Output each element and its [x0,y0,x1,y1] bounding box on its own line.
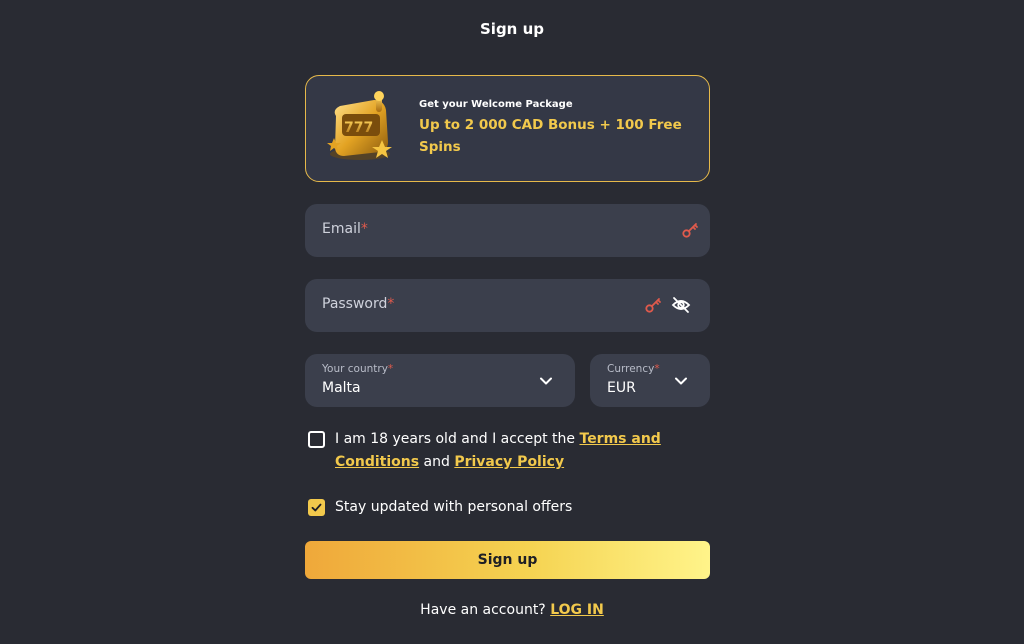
eye-off-icon[interactable] [671,295,691,315]
currency-select[interactable]: Currency* EUR [590,354,710,407]
key-icon[interactable] [644,296,662,314]
promo-kicker: Get your Welcome Package [419,99,573,110]
currency-label: Currency* [607,363,660,375]
required-mark: * [360,221,368,237]
email-label: Email* [322,221,368,237]
required-mark: * [387,363,394,375]
country-value: Malta [322,380,361,396]
chevron-down-icon [675,377,687,385]
required-mark: * [387,296,395,312]
currency-value: EUR [607,380,636,396]
promo-text: Get your Welcome Package Up to 2 000 CAD… [419,99,699,158]
slot-machine-777-icon: 777 [327,91,392,160]
checkmark-icon [311,503,322,512]
country-select[interactable]: Your country* Malta [305,354,575,407]
page-title: Sign up [480,20,544,38]
required-mark: * [654,363,660,375]
age-consent-text: I am 18 years old and I accept the Terms… [335,431,661,470]
promo-headline: Up to 2 000 CAD Bonus + 100 Free Spins [419,114,699,158]
key-icon[interactable] [681,221,699,239]
offers-consent-text: Stay updated with personal offers [335,499,573,515]
signup-submit-button[interactable]: Sign up [305,541,710,579]
promo-headline-line2: Spins [419,139,461,155]
svg-text:777: 777 [344,120,373,136]
country-label: Your country* [322,363,394,375]
welcome-promo-banner: 777 Get your Welcome Package Up to 2 000… [305,75,710,182]
signup-page: Sign up 777 Get your Welcome Package Up … [0,0,1024,644]
offers-consent-checkbox[interactable] [308,499,325,516]
chevron-down-icon [540,377,552,385]
conditions-link[interactable]: Conditions [335,454,419,470]
password-field[interactable]: Password* [305,279,710,332]
terms-link[interactable]: Terms and [580,431,661,447]
password-label: Password* [322,296,395,312]
login-link[interactable]: LOG IN [550,602,604,618]
privacy-policy-link[interactable]: Privacy Policy [454,454,564,470]
email-field[interactable]: Email* [305,204,710,257]
age-consent-checkbox[interactable] [308,431,325,448]
promo-headline-line1: Up to 2 000 CAD Bonus + 100 Free [419,117,682,133]
login-prompt: Have an account? LOG IN [420,602,604,618]
